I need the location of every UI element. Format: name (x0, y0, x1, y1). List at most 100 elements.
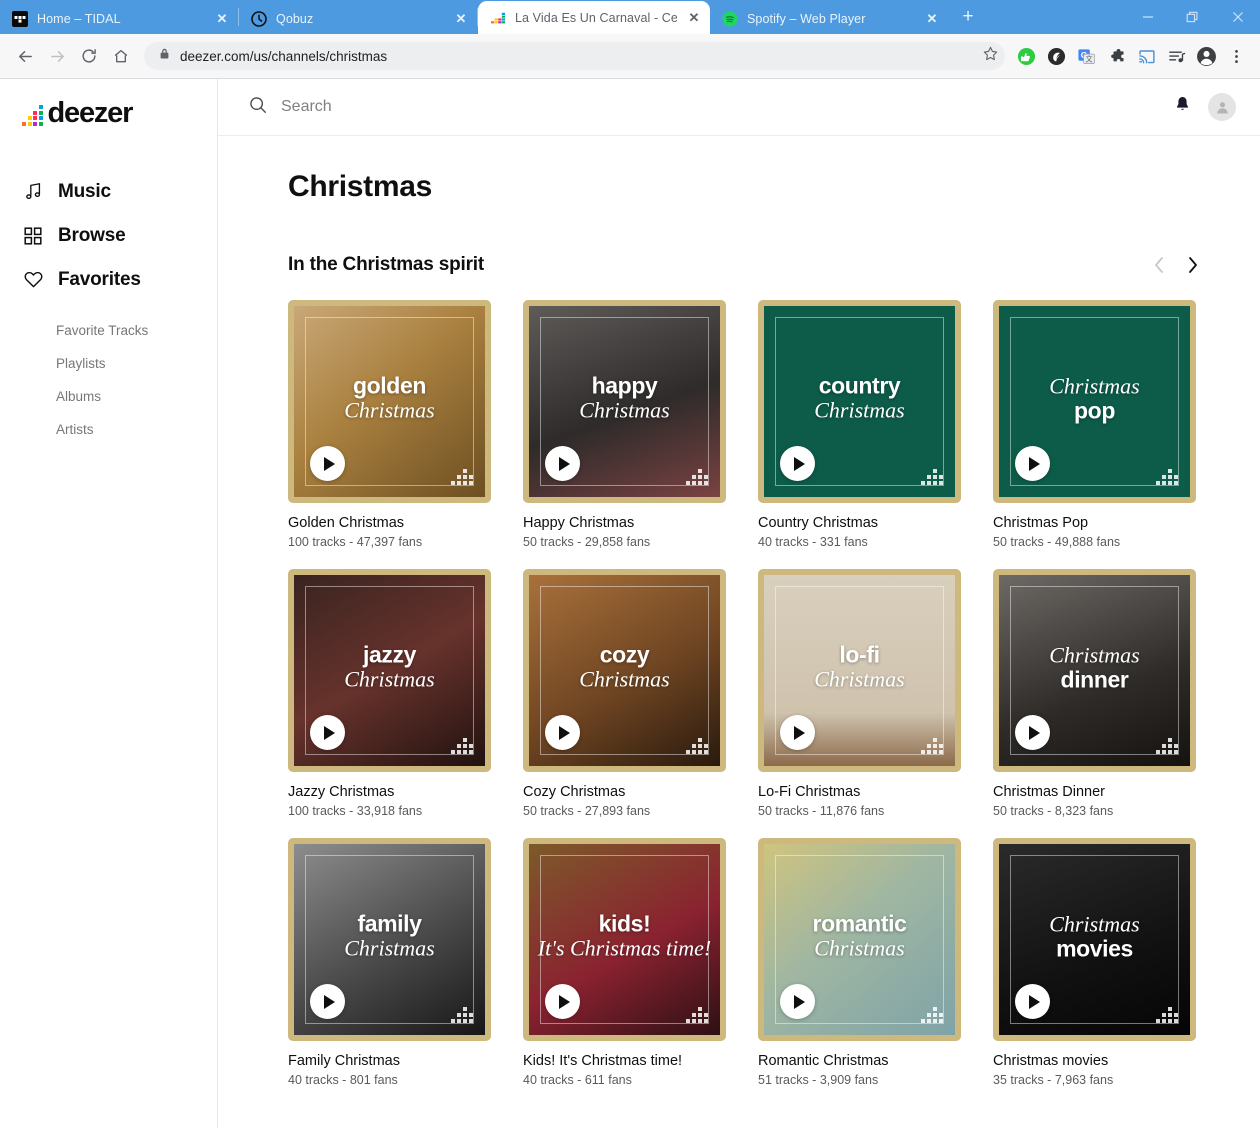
tab-title: Qobuz (276, 11, 314, 26)
play-button[interactable] (545, 715, 580, 750)
search-bar[interactable]: Search (248, 95, 1159, 120)
playlist-card[interactable]: romantic Christmas Romantic Christmas 51… (758, 838, 961, 1087)
tab-close-icon[interactable]: ✕ (924, 11, 940, 27)
play-button[interactable] (1015, 446, 1050, 481)
play-button[interactable] (310, 984, 345, 1019)
playlist-card[interactable]: Christmas dinner Christmas Dinner 50 tra… (993, 569, 1196, 818)
sidebar-item-favorite-tracks[interactable]: Favorite Tracks (0, 314, 217, 347)
browser-tab-qobuz[interactable]: Qobuz ✕ (239, 3, 477, 34)
playlist-title[interactable]: Family Christmas (288, 1053, 491, 1069)
tab-list: Home – TIDAL ✕ Qobuz ✕ La Vida Es Un Car… (0, 0, 982, 34)
playlist-card[interactable]: kids! It's Christmas time! Kids! It's Ch… (523, 838, 726, 1087)
playlist-cover[interactable]: jazzy Christmas (288, 569, 491, 772)
playlist-title[interactable]: Romantic Christmas (758, 1053, 961, 1069)
carousel-nav (1148, 252, 1204, 278)
playlist-cover[interactable]: cozy Christmas (523, 569, 726, 772)
reload-button[interactable] (74, 41, 104, 71)
bookmark-star-icon[interactable] (982, 45, 999, 67)
play-button[interactable] (310, 446, 345, 481)
play-triangle-icon (323, 994, 335, 1009)
playlist-title[interactable]: Jazzy Christmas (288, 784, 491, 800)
playlist-cover[interactable]: family Christmas (288, 838, 491, 1041)
window-maximize-button[interactable] (1170, 0, 1215, 34)
playlist-title[interactable]: Lo-Fi Christmas (758, 784, 961, 800)
playlist-icon[interactable] (1163, 43, 1190, 70)
playlist-card[interactable]: cozy Christmas Cozy Christmas 50 tracks … (523, 569, 726, 818)
search-input[interactable]: Search (281, 98, 332, 116)
playlist-cover[interactable]: Christmas dinner (993, 569, 1196, 772)
playlist-cover[interactable]: kids! It's Christmas time! (523, 838, 726, 1041)
play-button[interactable] (310, 715, 345, 750)
playlist-card[interactable]: country Christmas Country Christmas 40 t… (758, 300, 961, 549)
play-button[interactable] (545, 446, 580, 481)
browser-tab-tidal[interactable]: Home – TIDAL ✕ (0, 3, 238, 34)
music-note-icon (22, 181, 44, 203)
forward-button[interactable] (42, 41, 72, 71)
deezer-logo[interactable]: deezer (0, 79, 217, 127)
playlist-title[interactable]: Cozy Christmas (523, 784, 726, 800)
sidebar-item-artists[interactable]: Artists (0, 413, 217, 446)
back-button[interactable] (10, 41, 40, 71)
playlist-title[interactable]: Christmas movies (993, 1053, 1196, 1069)
tab-close-icon[interactable]: ✕ (686, 10, 702, 26)
sidebar-item-favorites[interactable]: Favorites (0, 258, 217, 302)
playlist-cover[interactable]: golden Christmas (288, 300, 491, 503)
playlist-cover[interactable]: happy Christmas (523, 300, 726, 503)
home-button[interactable] (106, 41, 136, 71)
playlist-card[interactable]: Christmas pop Christmas Pop 50 tracks - … (993, 300, 1196, 549)
carousel-next-button[interactable] (1182, 252, 1204, 278)
playlist-cover[interactable]: Christmas movies (993, 838, 1196, 1041)
carousel-prev-button[interactable] (1148, 252, 1170, 278)
playlist-card[interactable]: happy Christmas Happy Christmas 50 track… (523, 300, 726, 549)
address-bar[interactable]: deezer.com/us/channels/christmas (144, 42, 1005, 70)
google-translate-icon[interactable]: G文 (1073, 43, 1100, 70)
playlist-card[interactable]: family Christmas Family Christmas 40 tra… (288, 838, 491, 1087)
bell-icon[interactable] (1173, 95, 1192, 119)
playlist-cover[interactable]: lo-fi Christmas (758, 569, 961, 772)
topbar-actions (1173, 93, 1236, 121)
deezer-equalizer-watermark-icon (451, 469, 473, 485)
playlist-title[interactable]: Christmas Dinner (993, 784, 1196, 800)
playlist-title[interactable]: Country Christmas (758, 515, 961, 531)
browser-tab-deezer[interactable]: La Vida Es Un Carnaval - Celia Cru ✕ (478, 1, 710, 34)
play-button[interactable] (1015, 715, 1050, 750)
user-avatar-icon[interactable] (1208, 93, 1236, 121)
playlist-card[interactable]: Christmas movies Christmas movies 35 tra… (993, 838, 1196, 1087)
adblock-icon[interactable] (1013, 43, 1040, 70)
play-button[interactable] (780, 446, 815, 481)
playlist-title[interactable]: Kids! It's Christmas time! (523, 1053, 726, 1069)
playlist-title[interactable]: Golden Christmas (288, 515, 491, 531)
playlist-card[interactable]: lo-fi Christmas Lo-Fi Christmas 50 track… (758, 569, 961, 818)
spotify-favicon-icon (722, 11, 738, 27)
playlist-cover[interactable]: country Christmas (758, 300, 961, 503)
window-minimize-button[interactable] (1125, 0, 1170, 34)
playlist-title[interactable]: Happy Christmas (523, 515, 726, 531)
cast-icon[interactable] (1133, 43, 1160, 70)
play-button[interactable] (545, 984, 580, 1019)
playlist-cover[interactable]: Christmas pop (993, 300, 1196, 503)
tab-close-icon[interactable]: ✕ (453, 11, 469, 27)
play-triangle-icon (323, 725, 335, 740)
play-button[interactable] (780, 984, 815, 1019)
new-tab-button[interactable]: + (954, 4, 982, 32)
playlist-title[interactable]: Christmas Pop (993, 515, 1196, 531)
profile-icon[interactable] (1193, 43, 1220, 70)
sidebar-item-browse[interactable]: Browse (0, 214, 217, 258)
sidebar-item-music[interactable]: Music (0, 170, 217, 214)
deezer-sidebar: deezer Music Browse Favorites Favorite T… (0, 79, 218, 1128)
playlist-card[interactable]: jazzy Christmas Jazzy Christmas 100 trac… (288, 569, 491, 818)
play-button[interactable] (780, 715, 815, 750)
play-triangle-icon (1028, 994, 1040, 1009)
playlist-cover[interactable]: romantic Christmas (758, 838, 961, 1041)
puzzle-extensions-icon[interactable] (1103, 43, 1130, 70)
tab-close-icon[interactable]: ✕ (214, 11, 230, 27)
browser-tab-spotify[interactable]: Spotify – Web Player ✕ (710, 3, 948, 34)
window-close-button[interactable] (1215, 0, 1260, 34)
sidebar-item-playlists[interactable]: Playlists (0, 347, 217, 380)
sidebar-item-albums[interactable]: Albums (0, 380, 217, 413)
ecosia-icon[interactable] (1043, 43, 1070, 70)
play-triangle-icon (558, 725, 570, 740)
menu-kebab-icon[interactable] (1223, 43, 1250, 70)
play-button[interactable] (1015, 984, 1050, 1019)
playlist-card[interactable]: golden Christmas Golden Christmas 100 tr… (288, 300, 491, 549)
